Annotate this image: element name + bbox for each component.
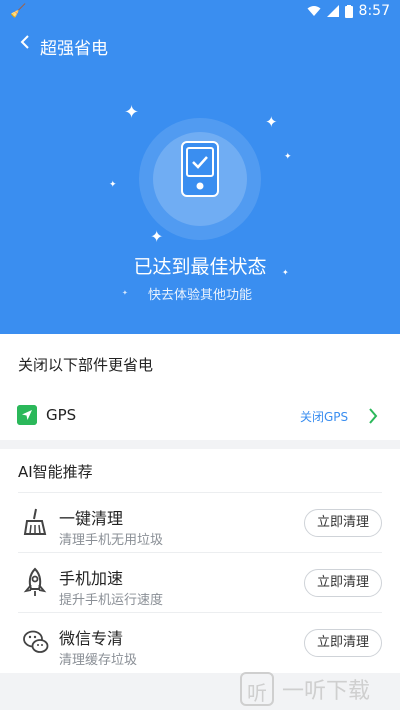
components-title: 关闭以下部件更省电 xyxy=(18,356,154,374)
wechat-icon xyxy=(23,630,49,653)
cleaner-notification-icon: 🧹 xyxy=(10,4,27,19)
list-item-subtitle: 清理缓存垃圾 xyxy=(59,653,138,668)
list-item: 一键清理 清理手机无用垃圾 立即清理 xyxy=(18,492,382,552)
battery-icon xyxy=(344,4,353,18)
close-gps-button[interactable]: 关闭GPS xyxy=(300,408,348,425)
sparkle-icon: ✦ xyxy=(124,102,140,123)
clean-now-button[interactable]: 立即清理 xyxy=(304,629,382,657)
list-item: 微信专清 清理缓存垃圾 立即清理 xyxy=(18,612,382,672)
wifi-icon xyxy=(307,6,321,16)
list-item-subtitle: 清理手机无用垃圾 xyxy=(59,533,164,548)
recommend-section: AI智能推荐 一键清理 清理手机无用垃圾 立即清理 手机加速 提升手机运行速度 … xyxy=(0,449,400,673)
hero-panel: 🧹 8:57 超强省电 ✦ ✦ ✦ ✦ ✦ ✦ ✦ 已达到最佳状态 快去体验其他… xyxy=(0,0,400,334)
sparkle-icon: ✦ xyxy=(284,152,292,162)
sparkle-icon: ✦ xyxy=(265,113,278,131)
explore-link[interactable]: 快去体验其他功能 xyxy=(0,284,400,303)
chevron-left-icon xyxy=(20,35,29,49)
sparkle-icon: ✦ xyxy=(109,180,117,190)
list-item-title: 手机加速 xyxy=(59,569,124,588)
phone-check-icon xyxy=(181,141,219,197)
list-item-subtitle: 提升手机运行速度 xyxy=(59,593,164,608)
rocket-icon xyxy=(23,567,47,596)
list-item-title: 微信专清 xyxy=(59,629,124,648)
status-bar: 🧹 8:57 xyxy=(0,0,400,24)
list-item: 手机加速 提升手机运行速度 立即清理 xyxy=(18,552,382,612)
page-title: 超强省电 xyxy=(40,39,108,59)
watermark-glyph: 听 xyxy=(247,681,267,705)
chevron-right-icon[interactable] xyxy=(367,405,379,427)
status-time: 8:57 xyxy=(358,3,390,19)
status-message: 已达到最佳状态 xyxy=(133,256,267,278)
broom-icon xyxy=(23,508,47,535)
back-button[interactable] xyxy=(14,33,36,55)
watermark-logo: 听 xyxy=(240,672,274,706)
recommend-title: AI智能推荐 xyxy=(18,463,93,481)
location-arrow-icon xyxy=(17,405,37,425)
clean-now-button[interactable]: 立即清理 xyxy=(304,509,382,537)
signal-icon xyxy=(326,5,339,17)
watermark: 听 一听下载 xyxy=(240,672,370,706)
list-item-title: 一键清理 xyxy=(59,509,124,528)
sparkle-icon: ✦ xyxy=(150,227,164,246)
clean-now-button[interactable]: 立即清理 xyxy=(304,569,382,597)
gps-label: GPS xyxy=(46,406,77,424)
watermark-text: 一听下载 xyxy=(282,679,371,704)
